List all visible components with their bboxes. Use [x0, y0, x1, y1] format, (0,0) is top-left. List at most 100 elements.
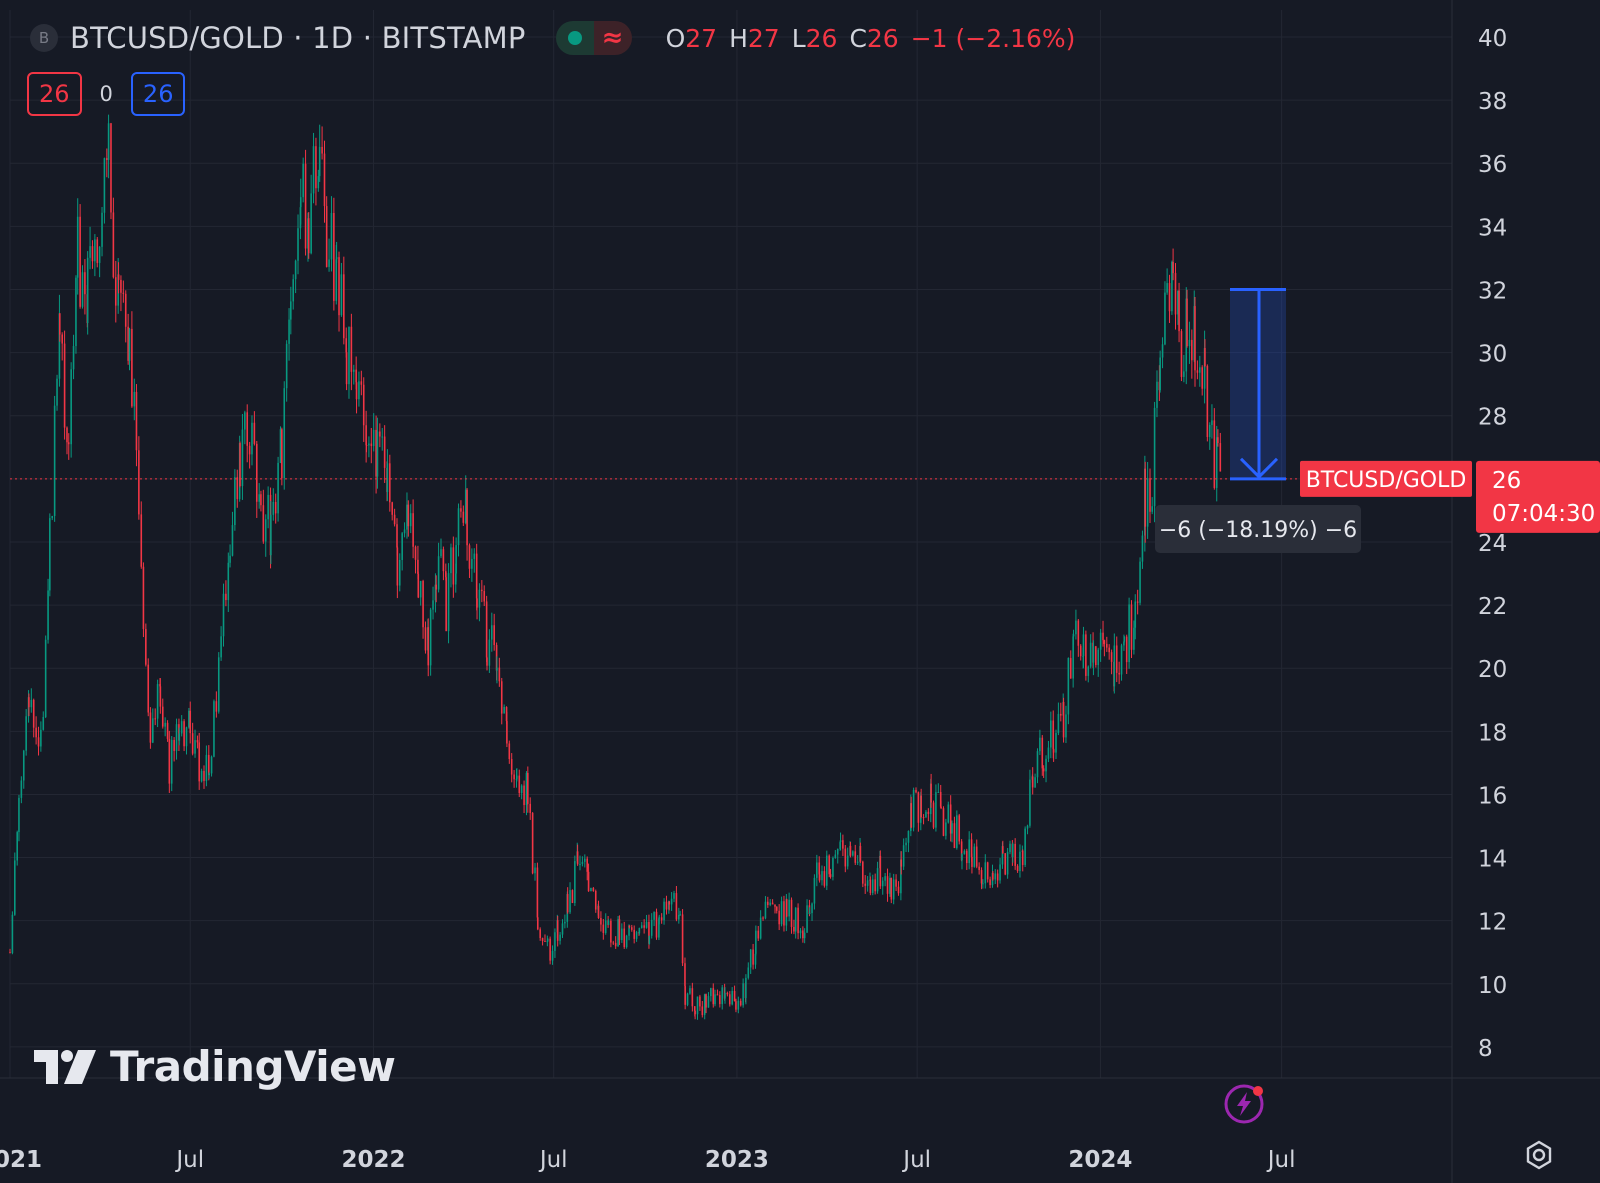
- candle-body: [963, 850, 966, 855]
- candle-body: [264, 519, 267, 542]
- candle-body: [630, 927, 633, 930]
- time-tick-label: Jul: [1266, 1147, 1296, 1173]
- candle-body: [834, 854, 837, 858]
- price-tick-label: 32: [1478, 278, 1507, 304]
- candle-body: [971, 857, 973, 867]
- candle-body: [147, 664, 150, 713]
- candle-body: [110, 123, 112, 213]
- candle-body: [808, 913, 811, 915]
- candle-body: [1141, 535, 1144, 562]
- candle-body: [478, 589, 481, 608]
- candle-body: [1042, 768, 1045, 772]
- candle-body: [614, 942, 617, 947]
- wave-icon[interactable]: ≈: [593, 21, 632, 55]
- candle-body: [726, 992, 729, 995]
- market-status-pill[interactable]: ≈: [555, 21, 632, 55]
- candle-body: [982, 883, 984, 885]
- candle-body: [66, 427, 68, 443]
- candle-body: [892, 879, 895, 900]
- candle-body: [844, 848, 847, 867]
- candle-body: [1047, 747, 1050, 759]
- candle: [536, 862, 539, 921]
- candle-body: [1036, 751, 1039, 778]
- high-label: H: [729, 23, 748, 53]
- price-tick-label: 20: [1478, 657, 1507, 683]
- candle-body: [452, 547, 455, 585]
- time-tick-label: 2022: [341, 1147, 405, 1173]
- candle: [1139, 557, 1141, 606]
- candle-body: [124, 293, 127, 327]
- candle-body: [1146, 478, 1149, 527]
- candle-body: [719, 995, 721, 1005]
- candle-body: [1050, 720, 1052, 748]
- candle-body: [42, 716, 45, 730]
- buy-price-button[interactable]: 26: [130, 72, 186, 116]
- candle-body: [832, 857, 834, 877]
- candle-body: [79, 216, 81, 307]
- candle-body: [783, 901, 785, 926]
- candle-body: [650, 919, 653, 936]
- candle: [149, 707, 152, 749]
- close-label: C: [849, 23, 867, 53]
- sell-price-button[interactable]: 26: [27, 72, 82, 116]
- candle-body: [389, 463, 391, 503]
- candle-body: [625, 935, 628, 948]
- candle-body: [747, 967, 750, 978]
- candle-body: [696, 996, 699, 1015]
- candle-body: [1113, 645, 1116, 687]
- close-value: 26: [866, 23, 899, 53]
- candle-body: [1208, 424, 1211, 437]
- candle-body: [262, 505, 265, 542]
- settings-gear-icon[interactable]: [1524, 1140, 1554, 1170]
- candle-body: [618, 919, 621, 940]
- candle-body: [1052, 749, 1055, 753]
- candle-body: [1120, 645, 1123, 675]
- candle-body: [513, 774, 515, 780]
- candle-body: [338, 257, 340, 316]
- candle-body: [643, 925, 645, 928]
- candle-body: [370, 443, 373, 447]
- candle-body: [788, 899, 790, 917]
- candle-body: [1204, 348, 1206, 366]
- candle-body: [1072, 634, 1075, 637]
- candle: [825, 850, 828, 891]
- status-dot-icon[interactable]: [555, 21, 594, 55]
- high-value: 27: [747, 23, 780, 53]
- candle-body: [191, 733, 194, 754]
- candle-body: [862, 861, 864, 884]
- candle-body: [884, 876, 886, 881]
- candle-body: [886, 876, 889, 894]
- candle-body: [564, 921, 566, 924]
- symbol-circle-icon[interactable]: B: [30, 24, 58, 52]
- candle-body: [769, 902, 772, 905]
- candle-body: [737, 1000, 740, 1010]
- candle-body: [94, 239, 96, 262]
- candle-body: [274, 501, 277, 514]
- candle-body: [288, 319, 290, 344]
- lightning-icon[interactable]: [1222, 1082, 1266, 1126]
- candle-body: [510, 759, 513, 775]
- candle-body: [638, 928, 641, 934]
- candle-body: [1125, 636, 1128, 663]
- candle-body: [623, 928, 626, 948]
- candle-body: [1130, 604, 1133, 650]
- candle-body: [902, 845, 905, 867]
- candle-body: [590, 887, 592, 892]
- candle-body: [1206, 365, 1209, 437]
- symbol-title[interactable]: BTCUSD/GOLD · 1D · BITSTAMP: [70, 21, 526, 55]
- candle-body: [208, 754, 210, 776]
- candle-body: [686, 993, 689, 1005]
- candle-body: [49, 518, 51, 591]
- candle-body: [292, 279, 295, 302]
- candle-body: [1183, 371, 1185, 377]
- candle-body: [231, 525, 234, 556]
- price-chart[interactable]: −6 (−18.19%) −6 40 38 36 34 32 30 28 26 24 22 20 18…: [0, 0, 1600, 1183]
- candle-body: [248, 445, 251, 455]
- candle-body: [897, 886, 900, 894]
- candle-body: [481, 589, 483, 592]
- candle-body: [1156, 381, 1158, 408]
- candle-body: [156, 684, 159, 719]
- candle-body: [440, 549, 442, 557]
- candle-body: [852, 851, 854, 856]
- candle-body: [551, 950, 554, 961]
